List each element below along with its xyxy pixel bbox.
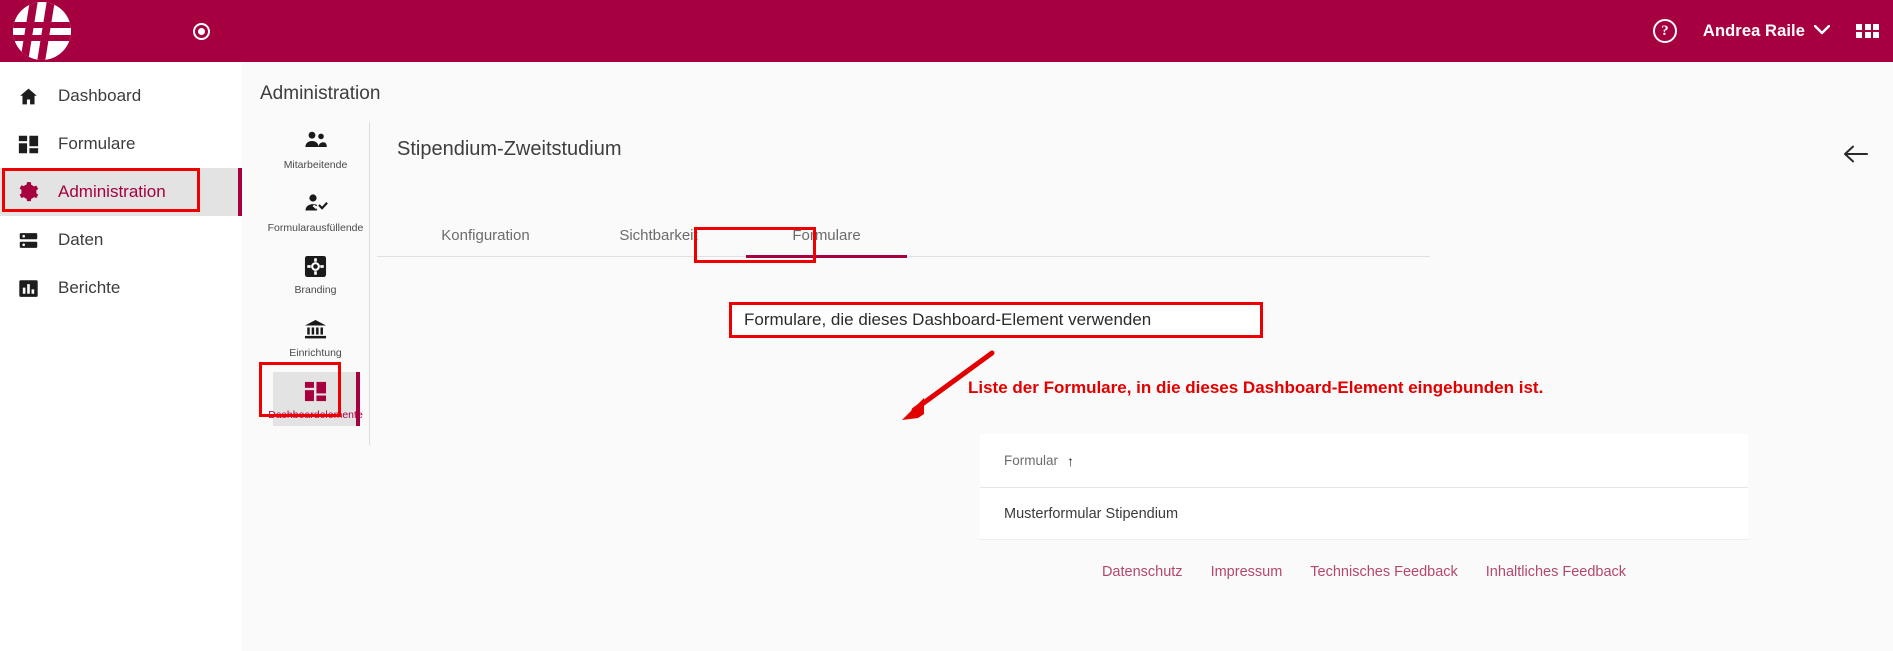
- rail-item-label: Branding: [294, 284, 337, 297]
- app-logo[interactable]: [6, 0, 78, 62]
- help-circle-icon[interactable]: ?: [1652, 19, 1677, 43]
- rail-item-label: Dashboardelemente: [268, 409, 363, 422]
- rail-item-label: Einrichtung: [289, 346, 342, 359]
- main-sidebar: Dashboard Formulare Administration Daten…: [0, 62, 242, 651]
- institution-icon: [304, 316, 327, 342]
- footer-link-inhaltliches-feedback[interactable]: Inhaltliches Feedback: [1486, 564, 1626, 580]
- rail-item-einrichtung[interactable]: Einrichtung: [273, 310, 359, 364]
- rail-item-branding[interactable]: Branding: [273, 247, 359, 301]
- page-title: Administration: [260, 83, 381, 104]
- record-dot-icon[interactable]: [193, 23, 210, 40]
- app-root: ? Andrea Raile Dashboard Formulare Admin…: [0, 0, 1893, 651]
- card-title: Stipendium-Zweitstudium: [397, 138, 622, 160]
- top-header-bar: ? Andrea Raile: [0, 0, 1893, 62]
- chevron-down-icon: [1813, 22, 1831, 40]
- rail-item-mitarbeitende[interactable]: Mitarbeitende: [273, 122, 359, 176]
- sidebar-item-dashboard[interactable]: Dashboard: [0, 72, 242, 120]
- tab-konfiguration[interactable]: Konfiguration: [419, 214, 552, 257]
- rail-item-label: Formularausfüllende: [267, 221, 364, 234]
- sidebar-item-label: Berichte: [58, 278, 121, 297]
- header-actions: ? Andrea Raile: [1652, 0, 1879, 62]
- sidebar-item-label: Formulare: [58, 134, 136, 153]
- sidebar-item-formulare[interactable]: Formulare: [0, 120, 242, 168]
- footer-link-impressum[interactable]: Impressum: [1211, 564, 1283, 580]
- sidebar-item-label: Dashboard: [58, 86, 142, 105]
- sidebar-item-label: Daten: [58, 230, 104, 249]
- annotation-label-box: Formulare, die dieses Dashboard-Element …: [729, 302, 1263, 338]
- forms-grid-icon: [8, 134, 48, 155]
- dashboard-tiles-icon: [304, 378, 327, 404]
- bar-chart-icon: [8, 278, 48, 299]
- column-header-formular[interactable]: Formular: [1004, 453, 1058, 468]
- sidebar-item-daten[interactable]: Daten: [0, 216, 242, 264]
- table-header-row: Formular ↑: [980, 434, 1748, 488]
- user-name-label: Andrea Raile: [1702, 21, 1805, 40]
- forms-table: Formular ↑ Musterformular Stipendium: [980, 434, 1748, 540]
- home-icon: [8, 86, 48, 107]
- person-check-icon: [304, 191, 328, 217]
- rail-item-label: Mitarbeitende: [283, 159, 348, 171]
- footer-links: Datenschutz Impressum Technisches Feedba…: [980, 564, 1748, 580]
- cell-formular: Musterformular Stipendium: [1004, 505, 1179, 522]
- sidebar-item-administration[interactable]: Administration: [0, 168, 242, 216]
- sort-ascending-icon[interactable]: ↑: [1067, 453, 1074, 469]
- hash-logo-icon: [13, 2, 71, 60]
- page-content: Administration Mitarbeitende Formularaus…: [242, 62, 1893, 651]
- footer-link-datenschutz[interactable]: Datenschutz: [1102, 564, 1183, 580]
- card-tab-bar: Konfiguration Sichtbarkeit Formulare: [377, 214, 1430, 258]
- footer-link-technisches-feedback[interactable]: Technisches Feedback: [1310, 564, 1458, 580]
- user-menu[interactable]: Andrea Raile: [1702, 21, 1831, 41]
- branding-gear-icon: [304, 253, 327, 279]
- sidebar-item-label: Administration: [58, 182, 166, 201]
- sidebar-item-berichte[interactable]: Berichte: [0, 264, 242, 312]
- people-icon: [304, 128, 328, 154]
- tab-sichtbarkeit[interactable]: Sichtbarkeit: [592, 214, 725, 257]
- gear-icon: [8, 181, 48, 203]
- apps-grid-icon[interactable]: [1856, 23, 1879, 39]
- table-row[interactable]: Musterformular Stipendium: [980, 488, 1748, 540]
- rail-item-formularausfuellende[interactable]: Formularausfüllende: [268, 185, 363, 239]
- arrow-left-icon[interactable]: [1841, 139, 1871, 169]
- annotation-note-text: Liste der Formulare, in die dieses Dashb…: [968, 378, 1544, 397]
- database-icon: [8, 230, 48, 251]
- tab-formulare[interactable]: Formulare: [746, 214, 907, 258]
- admin-icon-rail: Mitarbeitende Formularausfüllende Brandi…: [262, 122, 370, 445]
- rail-item-dashboardelemente[interactable]: Dashboardelemente: [268, 372, 363, 426]
